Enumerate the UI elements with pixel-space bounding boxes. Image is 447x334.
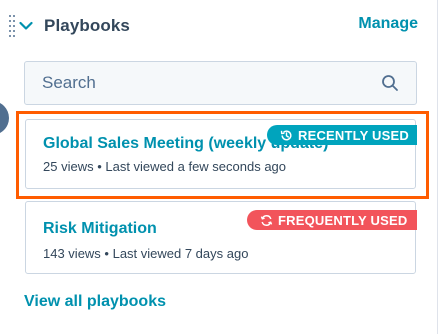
badge-label: FREQUENTLY USED [278, 212, 408, 228]
chevron-down-icon[interactable] [18, 18, 34, 34]
selection-highlight [16, 111, 429, 199]
playbooks-panel: Playbooks Manage Search Global Sales Mee… [0, 0, 447, 334]
search-placeholder: Search [42, 73, 96, 92]
playbook-title[interactable]: Risk Mitigation [43, 220, 157, 238]
search-input[interactable]: Search [24, 61, 417, 105]
playbook-meta: 143 views • Last viewed 7 days ago [43, 246, 249, 261]
manage-link[interactable]: Manage [358, 15, 418, 33]
drag-handle-icon[interactable] [9, 15, 15, 39]
side-tab-indicator [0, 101, 9, 135]
panel-title: Playbooks [44, 16, 130, 35]
view-all-playbooks-link[interactable]: View all playbooks [24, 293, 166, 311]
playbook-card[interactable]: Risk Mitigation 143 views • Last viewed … [25, 201, 417, 274]
panel-header: Playbooks Manage [18, 14, 418, 38]
frequently-used-badge: FREQUENTLY USED [247, 210, 417, 230]
refresh-icon [260, 214, 273, 226]
search-icon[interactable] [381, 74, 399, 92]
panel-divider [437, 0, 447, 334]
